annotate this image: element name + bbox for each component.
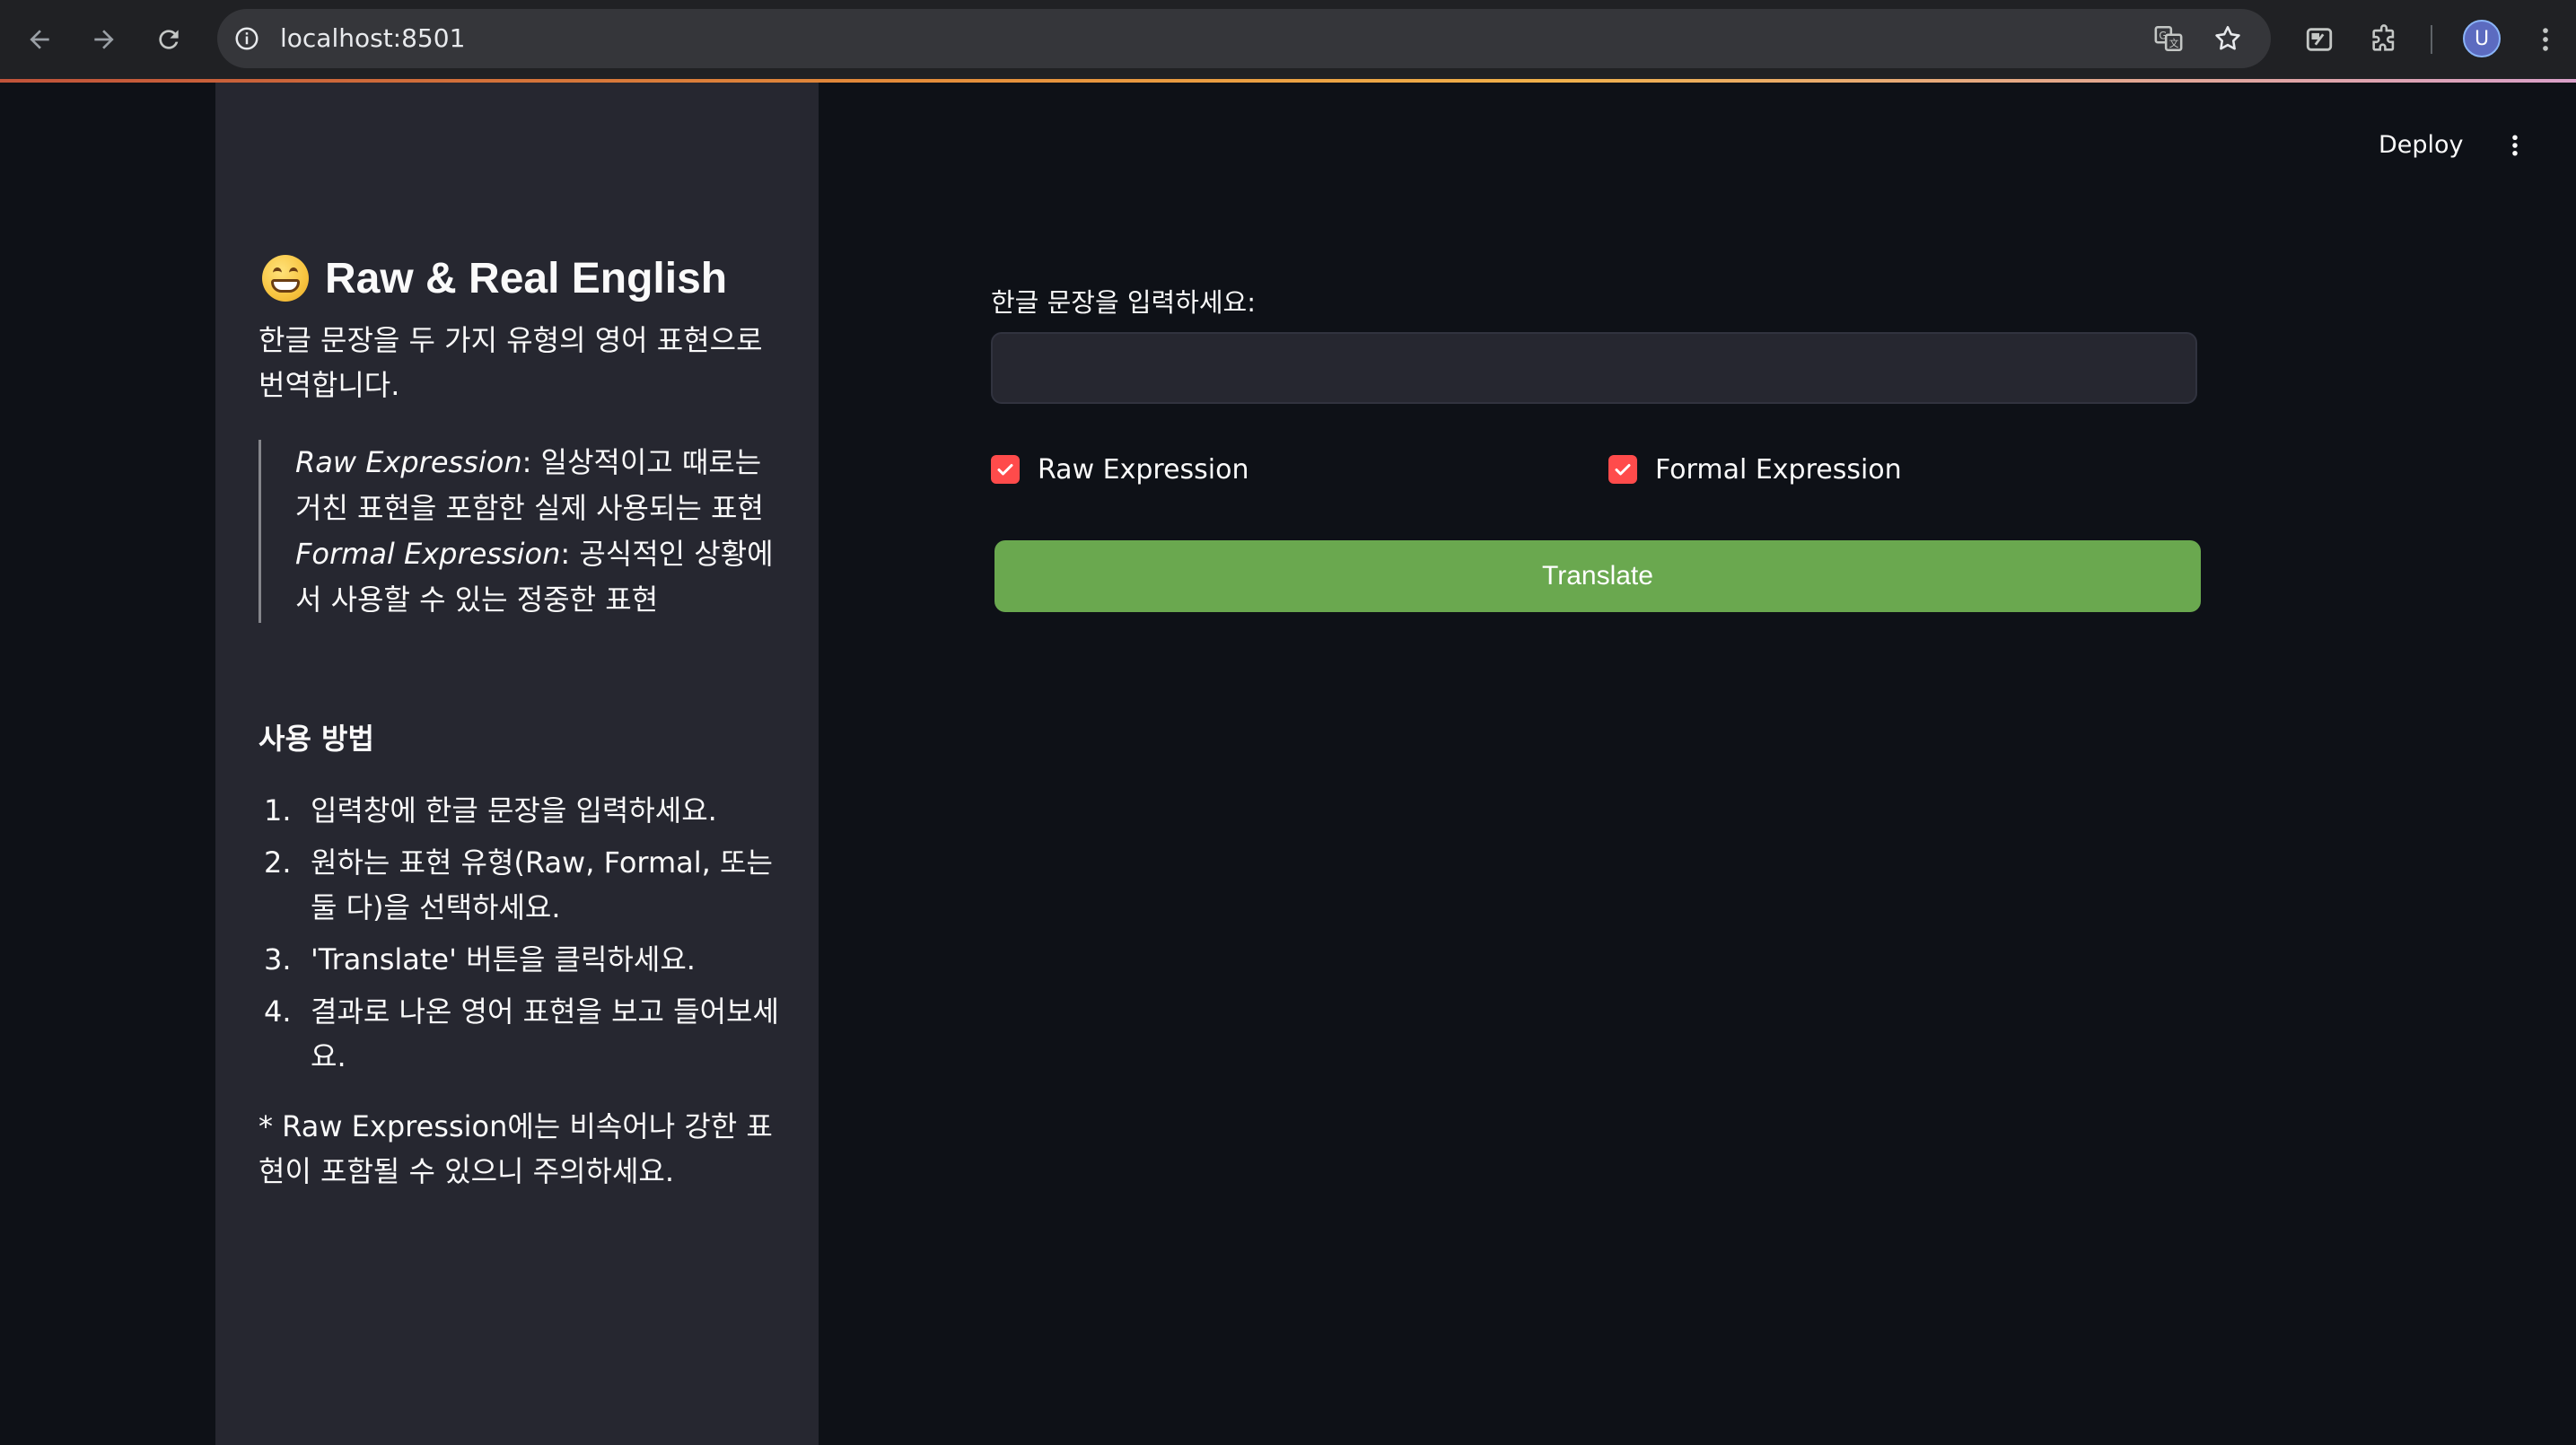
raw-expression-checkbox[interactable]: Raw Expression <box>991 451 1249 488</box>
step-item: 4. 결과로 나온 영어 표현을 보고 들어보세요. <box>258 989 779 1079</box>
browser-menu-icon[interactable] <box>2524 18 2567 61</box>
raw-expression-label[interactable]: Raw Expression <box>1038 454 1249 486</box>
back-button[interactable] <box>18 18 61 61</box>
address-bar[interactable]: localhost:8501 G文 <box>217 9 2271 68</box>
translate-page-icon[interactable]: G文 <box>2151 21 2186 57</box>
howto-steps: 1. 입력창에 한글 문장을 입력하세요. 2. 원하는 표현 유형(Raw, Fo… <box>258 788 779 1079</box>
formal-expression-label[interactable]: Formal Expression <box>1655 454 1902 486</box>
site-info-icon[interactable] <box>230 22 264 56</box>
translate-button[interactable]: Translate <box>994 540 2201 612</box>
formal-expression-definition: Formal Expression: 공식적인 상황에서 사용할 수 있는 정중… <box>295 531 779 623</box>
sidebar-content: Raw & Real English 한글 문장을 두 가지 유형의 영어 표현… <box>258 250 779 1194</box>
checkmark-icon[interactable] <box>1608 455 1637 484</box>
step-number: 3. <box>264 942 292 976</box>
step-text: 입력창에 한글 문장을 입력하세요. <box>311 793 717 828</box>
browser-toolbar: localhost:8501 G文 U <box>0 0 2576 83</box>
deploy-button[interactable]: Deploy <box>2379 126 2464 165</box>
media-router-icon[interactable] <box>2298 18 2341 61</box>
reload-icon <box>159 30 179 49</box>
formal-expression-checkbox[interactable]: Formal Expression <box>1608 451 1902 488</box>
formal-term: Formal Expression <box>295 537 561 571</box>
step-item: 3. 'Translate' 버튼을 클릭하세요. <box>258 937 779 982</box>
step-number: 2. <box>264 845 292 880</box>
forward-button[interactable] <box>83 18 126 61</box>
korean-sentence-input[interactable] <box>991 332 2197 404</box>
step-text: 원하는 표현 유형(Raw, Formal, 또는 둘 다)을 선택하세요. <box>311 845 773 924</box>
input-label: 한글 문장을 입력하세요: <box>991 287 1257 318</box>
expression-types-quote: Raw Expression: 일상적이고 때로는 거친 표현을 포함한 실제 … <box>258 440 779 623</box>
profile-avatar[interactable]: U <box>2463 20 2501 57</box>
sidebar: Raw & Real English 한글 문장을 두 가지 유형의 영어 표현… <box>215 83 819 1445</box>
arrow-right-icon <box>94 30 114 49</box>
bookmark-star-icon[interactable] <box>2210 21 2246 57</box>
step-item: 2. 원하는 표현 유형(Raw, Formal, 또는 둘 다)을 선택하세요. <box>258 840 779 930</box>
grinning-face-icon <box>262 255 309 302</box>
main-menu-icon[interactable] <box>2501 126 2529 165</box>
step-text: 'Translate' 버튼을 클릭하세요. <box>311 942 696 976</box>
howto-heading: 사용 방법 <box>258 722 374 756</box>
step-number: 4. <box>264 994 292 1029</box>
app-description: 한글 문장을 두 가지 유형의 영어 표현으로 번역합니다. <box>258 323 763 402</box>
step-number: 1. <box>264 793 292 828</box>
app-title: Raw & Real English <box>258 250 779 307</box>
arrow-left-icon <box>30 30 49 49</box>
checkmark-icon[interactable] <box>991 455 1020 484</box>
extensions-puzzle-icon[interactable] <box>2362 18 2405 61</box>
url-text[interactable]: localhost:8501 <box>280 9 465 68</box>
svg-text:文: 文 <box>2169 38 2179 49</box>
raw-term: Raw Expression <box>295 445 522 479</box>
warning-note: * Raw Expression에는 비속어나 강한 표현이 포함될 수 있으니… <box>258 1109 773 1188</box>
raw-expression-definition: Raw Expression: 일상적이고 때로는 거친 표현을 포함한 실제 … <box>295 440 779 531</box>
toolbar-divider <box>2431 25 2432 54</box>
app-container: Raw & Real English 한글 문장을 두 가지 유형의 영어 표현… <box>0 83 2576 1445</box>
step-text: 결과로 나온 영어 표현을 보고 들어보세요. <box>311 994 779 1073</box>
step-item: 1. 입력창에 한글 문장을 입력하세요. <box>258 788 779 833</box>
app-title-text: Raw & Real English <box>325 254 728 302</box>
reload-button[interactable] <box>147 18 190 61</box>
